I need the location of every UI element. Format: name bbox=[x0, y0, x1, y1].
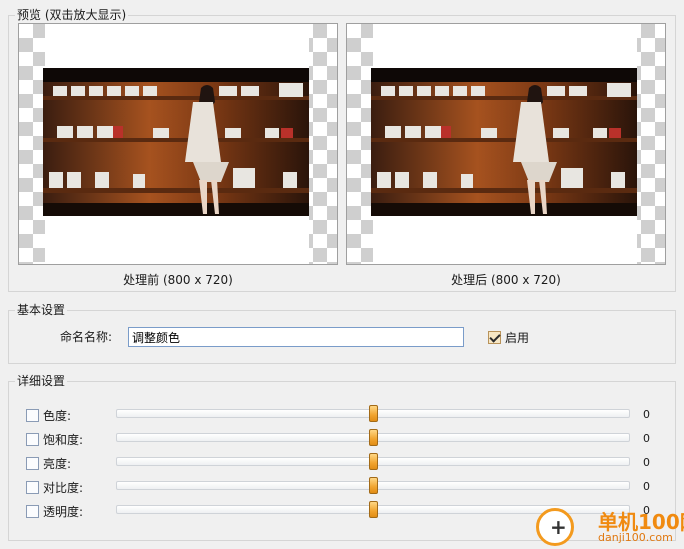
opacity-checkbox[interactable] bbox=[26, 505, 39, 518]
watermark-logo-icon: + bbox=[536, 508, 574, 546]
brightness-value: 0 bbox=[643, 456, 650, 469]
contrast-value: 0 bbox=[643, 480, 650, 493]
saturation-slider-thumb[interactable] bbox=[368, 429, 378, 446]
after-caption: 处理后 (800 x 720) bbox=[451, 273, 561, 287]
basic-settings-title: 基本设置 bbox=[15, 303, 68, 317]
hue-label: 色度: bbox=[43, 409, 72, 423]
detail-settings-title: 详细设置 bbox=[15, 374, 68, 388]
saturation-value: 0 bbox=[643, 432, 650, 445]
photo-after bbox=[371, 68, 637, 216]
brightness-checkbox[interactable] bbox=[26, 457, 39, 470]
name-label: 命名名称: bbox=[60, 330, 113, 344]
hue-checkbox[interactable] bbox=[26, 409, 39, 422]
contrast-slider-thumb[interactable] bbox=[368, 477, 378, 494]
hue-value: 0 bbox=[643, 408, 650, 421]
brightness-slider-thumb[interactable] bbox=[368, 453, 378, 470]
preview-group-title: 预览 (双击放大显示) bbox=[15, 8, 129, 22]
site-watermark: + 单机100网 danji100.com bbox=[536, 504, 684, 549]
contrast-checkbox[interactable] bbox=[26, 481, 39, 494]
saturation-label: 饱和度: bbox=[43, 433, 84, 447]
opacity-label: 透明度: bbox=[43, 505, 84, 519]
preview-before-image[interactable] bbox=[18, 23, 338, 265]
watermark-sub-text: danji100.com bbox=[598, 531, 673, 544]
photo-before bbox=[43, 68, 309, 216]
contrast-label: 对比度: bbox=[43, 481, 84, 495]
hue-slider-thumb[interactable] bbox=[368, 405, 378, 422]
name-input[interactable] bbox=[128, 327, 464, 347]
preview-after-image[interactable] bbox=[346, 23, 666, 265]
opacity-slider-thumb[interactable] bbox=[368, 501, 378, 518]
enable-checkbox[interactable] bbox=[488, 331, 501, 344]
enable-label: 启用 bbox=[505, 331, 530, 345]
before-caption: 处理前 (800 x 720) bbox=[123, 273, 233, 287]
brightness-label: 亮度: bbox=[43, 457, 72, 471]
saturation-checkbox[interactable] bbox=[26, 433, 39, 446]
